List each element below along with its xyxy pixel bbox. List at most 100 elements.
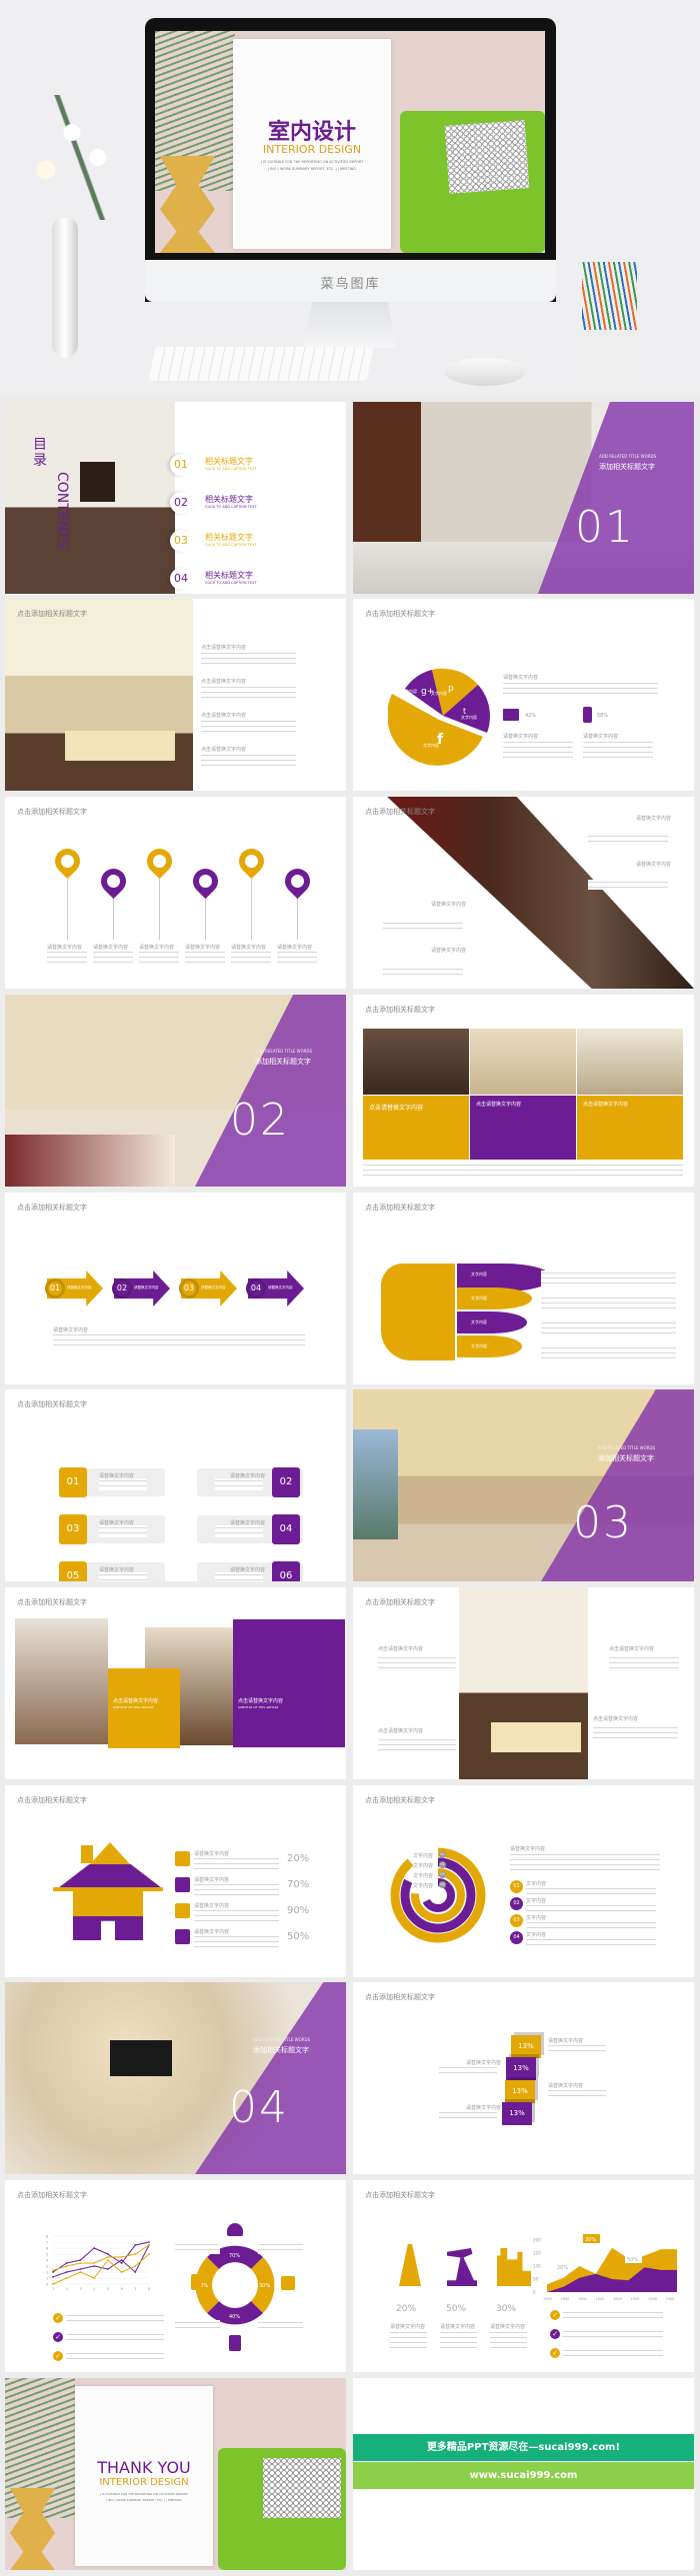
slide-arrows[interactable]: 点击添加相关标题文字 01 请替换文字内容 02 请替换文字内容 03 请替换文… bbox=[5, 1193, 346, 1384]
hero-mockup: 菜鸟图库 室内设计 INTERIOR DESIGN | IS SUITABLE … bbox=[0, 0, 700, 395]
slide-title: 点击添加相关标题文字 bbox=[365, 1993, 435, 2001]
mouse[interactable] bbox=[445, 358, 525, 386]
toc-caption: CLICK TO ADD CAPTION TEXT bbox=[205, 543, 257, 547]
slide-title: 点击添加相关标题文字 bbox=[365, 1006, 435, 1014]
toc-title: 相关标题文字 bbox=[205, 571, 253, 580]
data-point bbox=[79, 2268, 82, 2270]
photo-hallway bbox=[387, 797, 694, 989]
toc-title: 相关标题文字 bbox=[205, 495, 253, 504]
text-lines bbox=[541, 1345, 676, 1361]
slide-ad-banner[interactable]: 更多精品PPT资源尽在—sucai999.com! www.sucai999.c… bbox=[353, 2378, 694, 2570]
slide-diagonal-photo[interactable]: 点击添加相关标题文字 请替换文字内容 请替换文字内容 请替换文字内容 请替换文字… bbox=[353, 797, 694, 989]
slide-rings[interactable]: 点击添加相关标题文字 文字内容 01 01 文字内容 文字内容 02 02 文字… bbox=[353, 1785, 694, 1977]
industry-percent: 20% bbox=[396, 2304, 417, 2314]
arrow-label: 请替换文字内容 bbox=[201, 1286, 226, 1289]
photo-living-room-2 bbox=[5, 599, 193, 791]
box-number[interactable]: 04 bbox=[272, 1514, 300, 1544]
box-number[interactable]: 05 bbox=[59, 1561, 87, 1581]
slide-photo-text[interactable]: 点击添加相关标题文字 点击请替换文字内容 点击请替换文字内容 点击请替换文字内容 点击… bbox=[5, 599, 346, 791]
slide-industry[interactable]: 点击添加相关标题文字 20% 请替换文字内容 50% 请替换文字内容 30% 请… bbox=[353, 2180, 694, 2372]
y-tick-label: 50 bbox=[533, 2277, 539, 2282]
slide-hand[interactable]: 点击添加相关标题文字 文字内容 文字内容 文字内容 文字内容 bbox=[353, 1193, 694, 1384]
slide-title: 点击添加相关标题文字 bbox=[365, 2191, 435, 2199]
text-lines bbox=[175, 2242, 220, 2254]
slide-title: 点击添加相关标题文字 bbox=[365, 808, 435, 816]
box-number[interactable]: 02 bbox=[272, 1467, 300, 1497]
slide-section-01[interactable]: ADD RELATED TITLE WORDS 添加相关标题文字 01 bbox=[353, 402, 694, 594]
keyboard[interactable] bbox=[148, 347, 374, 381]
text-lines bbox=[490, 2330, 527, 2352]
slide-contents[interactable]: 目录 CONTENTS 01 相关标题文字 CLICK TO ADD CAPTI… bbox=[5, 402, 346, 594]
ring-number: 01 bbox=[439, 1851, 446, 1858]
ring-label: 文字内容 bbox=[413, 1883, 434, 1889]
callout-label: 30% bbox=[585, 2237, 596, 2243]
slide-section-04[interactable]: ADD RELATED TITLE WORDS 添加相关标题文字 04 bbox=[5, 1982, 346, 2174]
location-pin-icon bbox=[187, 863, 224, 900]
data-point bbox=[52, 2269, 54, 2272]
toc-item[interactable]: 03 相关标题文字 CLICK TO ADD CAPTION TEXT bbox=[170, 530, 320, 552]
thanks-en: INTERIOR DESIGN bbox=[99, 2477, 189, 2488]
text-lines bbox=[201, 719, 296, 735]
cube: 13% bbox=[506, 2057, 536, 2080]
text-lines bbox=[526, 1903, 656, 1913]
slide-thank-you[interactable]: THANK YOU INTERIOR DESIGN | IS SUITABLE … bbox=[5, 2378, 346, 2570]
y-tick-label: 2 bbox=[46, 2271, 48, 2275]
hand-palm bbox=[381, 1264, 455, 1360]
toc-item[interactable]: 04 相关标题文字 CLICK TO ADD CAPTION TEXT bbox=[170, 568, 320, 590]
text-lines bbox=[439, 2110, 497, 2122]
toc-item[interactable]: 01 相关标题文字 CLICK TO ADD CAPTION TEXT bbox=[170, 454, 320, 476]
text-lines bbox=[194, 1856, 279, 1871]
house-percent: 90% bbox=[287, 1905, 310, 1916]
slide-six-boxes[interactable]: 点击添加相关标题文字 01 请替换文字内容 02 请替换文字内容 03 请替换文… bbox=[5, 1389, 346, 1581]
photo-1 bbox=[363, 1029, 469, 1095]
tv bbox=[110, 2040, 172, 2076]
heading: 请替换文字内容 bbox=[510, 1846, 546, 1852]
slide-photo-boxes[interactable]: 点击添加相关标题文字 点击请替换文字内容 SUBTITLE OF THIS AR… bbox=[5, 1587, 346, 1779]
text-lines bbox=[510, 1852, 660, 1870]
slide-callouts[interactable]: 点击添加相关标题文字 点击请替换文字内容 点击请替换文字内容 点击请替换文字内容… bbox=[353, 1587, 694, 1779]
y-tick-label: 4 bbox=[46, 2259, 49, 2263]
text-lines bbox=[99, 1572, 147, 1581]
donut-label-top: 70% bbox=[229, 2253, 240, 2259]
text-lines bbox=[185, 950, 225, 964]
key-icon bbox=[175, 1877, 190, 1892]
check-icon: ✓ bbox=[53, 2313, 63, 2323]
text-lines bbox=[258, 2320, 303, 2332]
cube: 13% bbox=[502, 2102, 532, 2125]
industry-label: 请替换文字内容 bbox=[440, 2324, 476, 2330]
text-lines bbox=[609, 1655, 679, 1671]
thanks-title: THANK YOU bbox=[97, 2458, 191, 2477]
section-number: 02 bbox=[230, 1095, 290, 1146]
data-point bbox=[65, 2277, 68, 2279]
slide-house[interactable]: 点击添加相关标题文字 请替换文字内容 20% 请替换文字内容 70% 请替换文字… bbox=[5, 1785, 346, 1977]
pillow bbox=[444, 120, 530, 194]
slide-cubes[interactable]: 点击添加相关标题文字 13% 请替换文字内容 13% 请替换文字内容 13% 请替换文字内… bbox=[353, 1982, 694, 2174]
slide-title: 点击添加相关标题文字 bbox=[365, 1598, 435, 1606]
text-lines bbox=[526, 1937, 656, 1947]
house-body bbox=[73, 1891, 143, 1916]
house-percent: 20% bbox=[287, 1853, 310, 1864]
slide-section-02[interactable]: ADD RELATED TITLE WORDS 添加相关标题文字 02 bbox=[5, 995, 346, 1187]
box-number[interactable]: 06 bbox=[272, 1561, 300, 1581]
callout-3: 点击请替换文字内容 bbox=[609, 1646, 655, 1652]
y-tick-label: 0 bbox=[533, 2290, 536, 2295]
heading-2: 请替换文字内容 bbox=[503, 734, 539, 740]
box-number[interactable]: 01 bbox=[59, 1467, 87, 1497]
slide-pie-social[interactable]: 点击添加相关标题文字 g+ p t f 文字内容 文字内容 文字内容 文字内容 … bbox=[353, 599, 694, 791]
box-number[interactable]: 03 bbox=[59, 1514, 87, 1544]
block-heading: 点击请替换文字内容 bbox=[201, 645, 247, 651]
location-pin-icon bbox=[49, 843, 86, 880]
monitor-stat: 42% bbox=[525, 713, 537, 719]
toc-item[interactable]: 02 相关标题文字 CLICK TO ADD CAPTION TEXT bbox=[170, 492, 320, 514]
slide-three-photos[interactable]: 点击添加相关标题文字 点击请替换文字内容 点击请替换文字内容 点击请替换文字内容 bbox=[353, 995, 694, 1187]
slide-pins[interactable]: 点击添加相关标题文字 请替换文字内容 请替换文字内容 请替换文字内容 请替换文字… bbox=[5, 797, 346, 989]
caption-4: 请替换文字内容 bbox=[431, 948, 467, 954]
box-2-title: 点击请替换文字内容 bbox=[476, 1102, 522, 1108]
slide-section-03[interactable]: ADD RELATED TITLE WORDS 添加相关标题文字 03 bbox=[353, 1389, 694, 1581]
slide-line-donut[interactable]: 点击添加相关标题文字 01234567812345678 ✓ ✓ ✓ 70% 30%… bbox=[5, 2180, 346, 2372]
text-lines bbox=[563, 2348, 663, 2358]
banner-bottom[interactable]: www.sucai999.com bbox=[353, 2462, 694, 2489]
house-roof bbox=[58, 1864, 162, 1888]
banner-top[interactable]: 更多精品PPT资源尽在—sucai999.com! bbox=[353, 2434, 694, 2461]
location-pin-icon bbox=[141, 843, 178, 880]
